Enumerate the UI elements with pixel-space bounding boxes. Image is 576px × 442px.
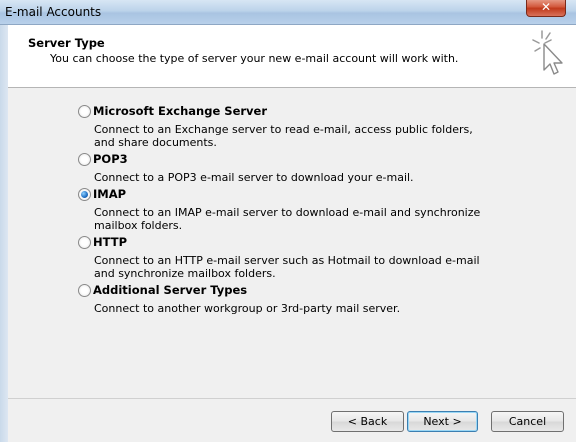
footer-divider <box>8 398 576 399</box>
page-title: Server Type <box>28 36 105 50</box>
back-button[interactable]: < Back <box>331 411 404 432</box>
option-description: Connect to an HTTP e-mail server such as… <box>94 254 480 280</box>
option-label: Microsoft Exchange Server <box>93 104 268 118</box>
window-title: E-mail Accounts <box>5 5 102 19</box>
close-icon: ✕ <box>540 0 552 14</box>
option-label: POP3 <box>93 152 128 166</box>
additional-radio[interactable] <box>78 284 91 297</box>
option-description: Connect to a POP3 e-mail server to downl… <box>94 171 414 184</box>
imap-radio[interactable] <box>78 188 91 201</box>
exchange-radio[interactable] <box>78 105 91 118</box>
window-left-frame <box>0 25 8 442</box>
option-label: Additional Server Types <box>93 283 248 297</box>
option-description: Connect to an Exchange server to read e-… <box>94 123 473 149</box>
option-label: HTTP <box>93 235 128 249</box>
next-button[interactable]: Next > <box>407 411 478 432</box>
option-description: Connect to an IMAP e-mail server to down… <box>94 206 481 232</box>
pop3-radio[interactable] <box>78 153 91 166</box>
click-cursor-icon <box>532 30 563 75</box>
option-label: IMAP <box>93 187 127 201</box>
cancel-button[interactable]: Cancel <box>491 411 564 432</box>
option-description: Connect to another workgroup or 3rd-part… <box>94 302 401 315</box>
page-subtitle: You can choose the type of server your n… <box>50 52 459 65</box>
server-type-options: Microsoft Exchange Server Connect to an … <box>8 88 576 398</box>
close-button[interactable]: ✕ <box>526 0 566 17</box>
wizard-header: Server Type You can choose the type of s… <box>8 25 576 88</box>
http-radio[interactable] <box>78 236 91 249</box>
title-bar[interactable]: E-mail Accounts ✕ <box>0 0 576 25</box>
